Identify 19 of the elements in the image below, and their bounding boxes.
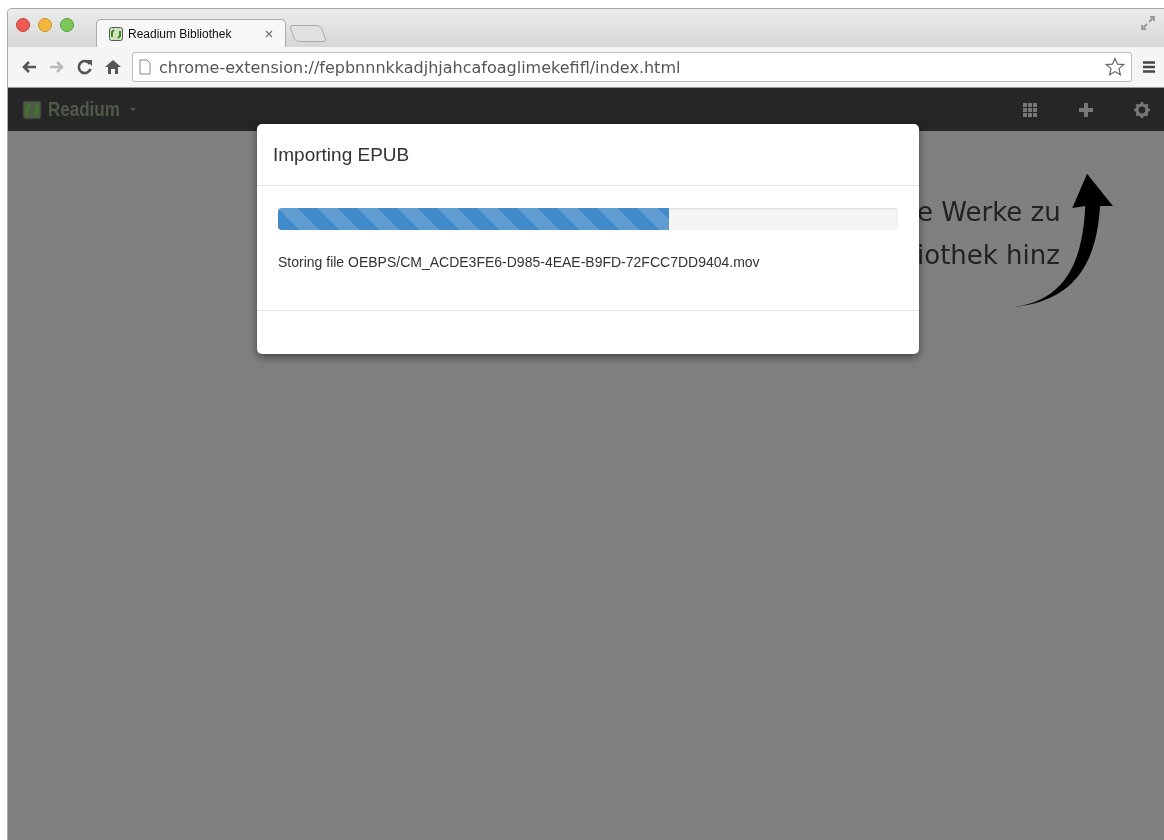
- bookmark-star-icon[interactable]: [1105, 57, 1125, 77]
- fullscreen-icon[interactable]: [1140, 15, 1156, 31]
- app-logo-icon: [22, 99, 42, 120]
- add-icon[interactable]: [1078, 101, 1094, 118]
- app-logo-icon: [109, 26, 123, 41]
- zoom-window-button[interactable]: [60, 18, 74, 32]
- browser-tab[interactable]: Readium Bibliothek: [96, 19, 286, 47]
- status-text: Storing file OEBPS/CM_ACDE3FE6-D985-4EAE-B9FD-72FCC7DD9404.mov: [278, 254, 760, 270]
- hint-text: iothek hinz: [917, 239, 1061, 272]
- page-icon: [139, 59, 151, 75]
- minimize-window-button[interactable]: [38, 18, 52, 32]
- close-window-button[interactable]: [16, 18, 30, 32]
- dialog-title: Importing EPUB: [273, 144, 410, 165]
- grid-view-icon[interactable]: [1022, 101, 1038, 118]
- settings-icon[interactable]: [1134, 101, 1150, 118]
- address-bar[interactable]: chrome-extension://fepbnnnkkadjhjahcafoaglimekefifl/index.html: [132, 52, 1132, 82]
- hint-text: e Werke zu: [917, 196, 1062, 229]
- menu-icon[interactable]: [1142, 60, 1156, 74]
- caret-icon[interactable]: [130, 108, 137, 111]
